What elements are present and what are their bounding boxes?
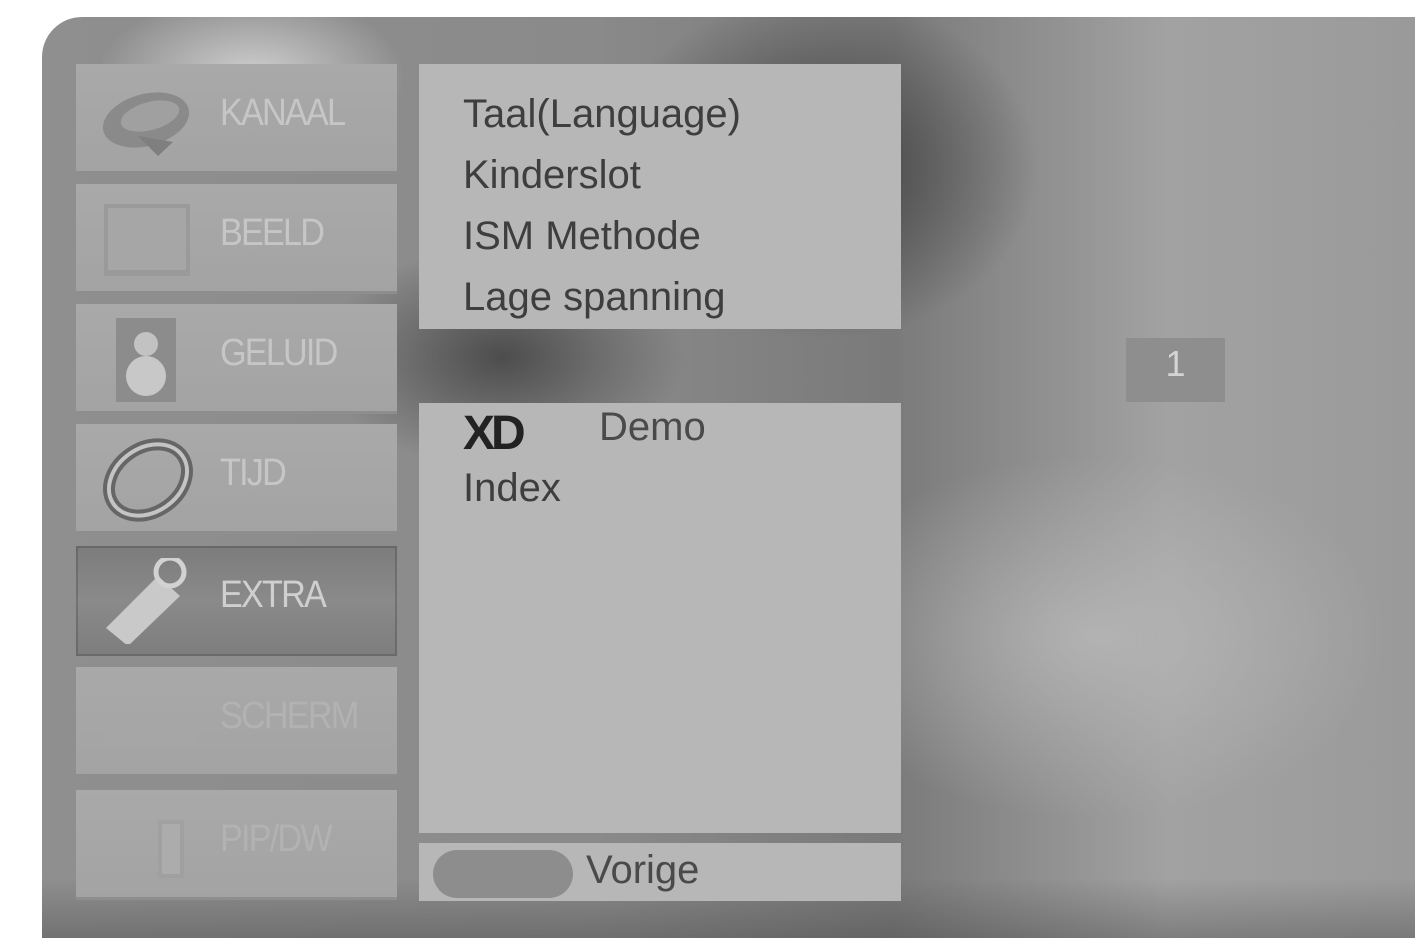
back-label: Vorige [586, 848, 700, 892]
menu-item-lage-spanning[interactable]: Lage spanning [463, 275, 725, 320]
category-label: GELUID [220, 332, 338, 374]
category-label: SCHERM [220, 695, 359, 737]
category-label: EXTRA [220, 574, 327, 616]
clock-ring-icon [103, 438, 193, 522]
speaker-icon [116, 318, 176, 402]
menu-item-index[interactable]: Index [463, 466, 561, 511]
category-extra[interactable]: EXTRA [76, 546, 397, 656]
tag-icon [106, 558, 187, 644]
pip-icon [158, 820, 184, 878]
category-label: BEELD [220, 212, 325, 254]
page-indicator: 1 [1126, 338, 1225, 402]
category-label: KANAAL [220, 92, 346, 134]
category-pip[interactable]: PIP/DW [76, 790, 397, 900]
category-beeld[interactable]: BEELD [76, 184, 397, 294]
category-label: PIP/DW [220, 818, 333, 860]
satellite-dish-icon [102, 92, 190, 156]
menu-item-xd-demo[interactable]: Demo [599, 405, 706, 450]
category-scherm[interactable]: SCHERM [76, 667, 397, 777]
category-kanaal[interactable]: KANAAL [76, 64, 397, 174]
category-label: TIJD [220, 452, 287, 494]
footer-bar: Vorige [419, 843, 901, 901]
menu-item-kinderslot[interactable]: Kinderslot [463, 153, 641, 198]
lower-panel: XD Demo Index [419, 403, 901, 833]
category-geluid[interactable]: GELUID [76, 304, 397, 414]
submenu-panel: Taal(Language) Kinderslot ISM Methode La… [419, 64, 901, 329]
menu-item-language[interactable]: Taal(Language) [463, 92, 741, 137]
category-tijd[interactable]: TIJD [76, 424, 397, 534]
back-button-icon[interactable] [433, 850, 573, 898]
screen-icon [104, 697, 194, 747]
xd-logo-text: XD [463, 409, 524, 453]
menu-item-ism-methode[interactable]: ISM Methode [463, 214, 701, 259]
xd-logo: XD [463, 409, 528, 453]
tv-osd-menu: KANAAL BEELD GELUID TIJD EXTRA SCHERM PI… [42, 17, 1415, 938]
picture-screen-icon [104, 204, 190, 276]
